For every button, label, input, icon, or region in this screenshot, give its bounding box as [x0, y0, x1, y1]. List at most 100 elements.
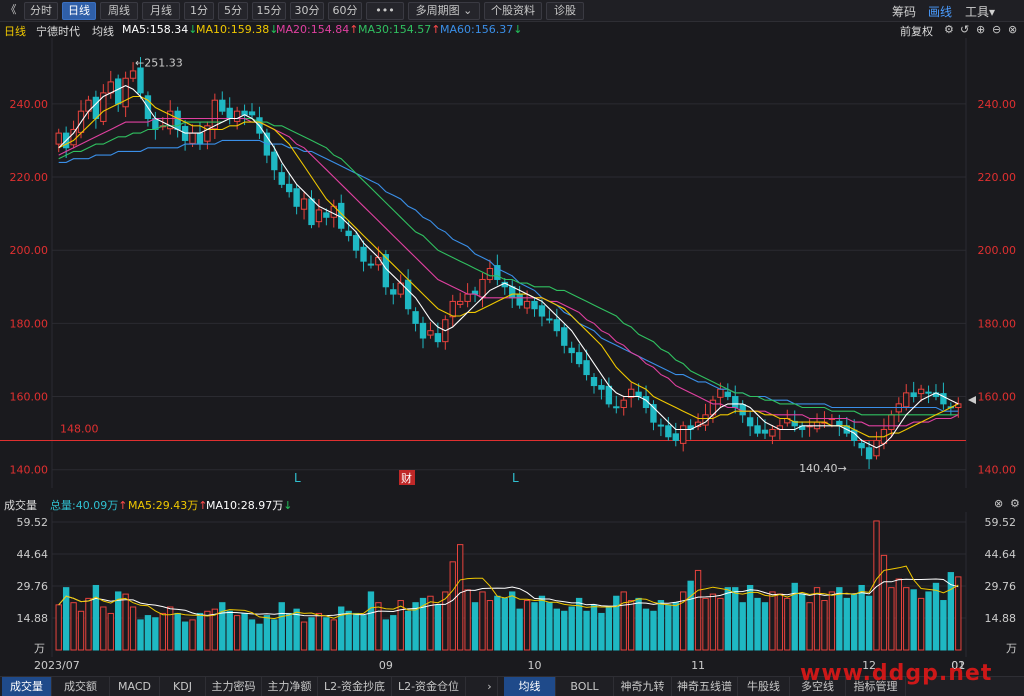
candle-body[interactable] [903, 392, 910, 408]
candle-body[interactable] [665, 425, 672, 438]
candle-body[interactable] [323, 212, 330, 218]
candle-body[interactable] [479, 278, 486, 298]
volume-bar[interactable] [189, 619, 196, 651]
candle-body[interactable] [925, 391, 932, 394]
volume-bar[interactable] [754, 597, 761, 651]
candle-body[interactable] [910, 392, 917, 398]
candle-body[interactable] [427, 330, 434, 336]
volume-bar[interactable] [486, 600, 494, 651]
candle-body[interactable] [367, 263, 375, 266]
candle-body[interactable] [605, 385, 613, 405]
volume-bar[interactable] [449, 561, 456, 651]
candle-body[interactable] [226, 107, 233, 119]
undo-icon[interactable]: ↺ [960, 23, 969, 36]
volume-bar[interactable] [917, 597, 925, 651]
volume-bar[interactable] [85, 597, 92, 651]
candle-body[interactable] [858, 442, 865, 449]
close-icon[interactable]: ⊗ [1008, 23, 1017, 36]
candle-body[interactable] [635, 391, 642, 398]
volume-chart[interactable]: 59.52 59.52 44.64 44.64 29.76 29.76 14.88 14.88… [0, 512, 1024, 657]
candle-body[interactable] [300, 198, 308, 210]
volume-bar[interactable] [746, 584, 754, 651]
candle-body[interactable] [115, 78, 122, 105]
volume-bar[interactable] [263, 615, 271, 651]
volume-bar[interactable] [442, 591, 449, 651]
volume-bar[interactable] [821, 600, 828, 651]
volume-bar[interactable] [776, 593, 784, 651]
indicator-tab-1[interactable]: 成交额 [52, 677, 110, 696]
candle-body[interactable] [657, 424, 665, 427]
tab-intraday[interactable]: 分时 [24, 2, 58, 20]
event-marker-l[interactable]: L [294, 471, 301, 485]
volume-bar[interactable] [494, 595, 501, 651]
volume-bar[interactable] [464, 589, 471, 651]
candle-body[interactable] [315, 209, 323, 223]
volume-bar[interactable] [367, 591, 375, 651]
volume-bar[interactable] [583, 610, 590, 651]
volume-bar[interactable] [92, 584, 100, 651]
volume-bar[interactable] [241, 612, 248, 651]
indicator-tab-4[interactable]: 主力密码 [206, 677, 262, 696]
volume-bar[interactable] [925, 591, 932, 651]
collapse-left-icon[interactable]: 《 [2, 2, 20, 20]
volume-bar[interactable] [159, 612, 166, 651]
candle-body[interactable] [92, 96, 100, 119]
volume-bar[interactable] [390, 615, 397, 651]
volume-bar[interactable] [761, 602, 769, 651]
candle-body[interactable] [345, 230, 352, 237]
volume-bar[interactable] [501, 597, 508, 651]
volume-bar[interactable] [813, 587, 821, 651]
volume-bar[interactable] [865, 595, 873, 651]
volume-bar[interactable] [427, 595, 434, 651]
volume-bar[interactable] [836, 587, 843, 651]
volume-bar[interactable] [248, 619, 256, 651]
volume-bar[interactable] [932, 582, 940, 651]
volume-bar[interactable] [404, 610, 412, 651]
candle-body[interactable] [494, 265, 501, 280]
candle-body[interactable] [568, 347, 575, 354]
volume-bar[interactable] [55, 604, 62, 651]
candle-body[interactable] [575, 352, 583, 365]
candle-body[interactable] [196, 132, 204, 145]
candle-body[interactable] [174, 110, 181, 130]
volume-bar[interactable] [806, 602, 813, 651]
volume-bar[interactable] [256, 623, 263, 651]
volume-bar[interactable] [226, 610, 233, 651]
volume-bar[interactable] [910, 589, 917, 651]
volume-bar[interactable] [70, 602, 77, 651]
overlay-tab-3[interactable]: 神奇五线谱 [672, 677, 738, 696]
volume-bar[interactable] [828, 591, 836, 651]
volume-bar[interactable] [613, 595, 620, 651]
volume-bar[interactable] [561, 610, 568, 651]
zoom-out-icon[interactable]: ⊖ [992, 23, 1001, 36]
volume-bar[interactable] [798, 593, 806, 651]
chip-distribution-button[interactable]: 筹码 [892, 3, 916, 20]
volume-bar[interactable] [286, 612, 293, 651]
volume-bar[interactable] [516, 608, 523, 651]
settings-icon[interactable]: ⚙ [944, 23, 954, 36]
volume-bar[interactable] [397, 600, 404, 651]
draw-line-button[interactable]: 画线 [928, 3, 952, 20]
volume-bar[interactable] [694, 569, 702, 651]
volume-bar[interactable] [122, 593, 129, 651]
indicator-tab-6[interactable]: L2-资金抄底 [318, 677, 392, 696]
candle-body[interactable] [360, 246, 367, 262]
volume-bar[interactable] [181, 621, 189, 651]
candle-body[interactable] [419, 322, 427, 339]
candle-body[interactable] [286, 183, 293, 193]
indicator-tab-5[interactable]: 主力净额 [262, 677, 318, 696]
volume-bar[interactable] [903, 587, 910, 651]
candle-body[interactable] [590, 377, 598, 387]
candle-body[interactable] [746, 417, 754, 427]
volume-bar[interactable] [77, 610, 85, 651]
volume-bar[interactable] [196, 612, 204, 651]
volume-bar[interactable] [375, 602, 382, 651]
volume-bar[interactable] [323, 617, 330, 651]
volume-bar[interactable] [940, 600, 947, 651]
candle-body[interactable] [917, 388, 925, 395]
candle-body[interactable] [538, 305, 546, 317]
candle-body[interactable] [219, 99, 226, 112]
candle-body[interactable] [404, 279, 412, 310]
volume-bar[interactable] [739, 602, 746, 651]
volume-bar[interactable] [167, 606, 174, 651]
